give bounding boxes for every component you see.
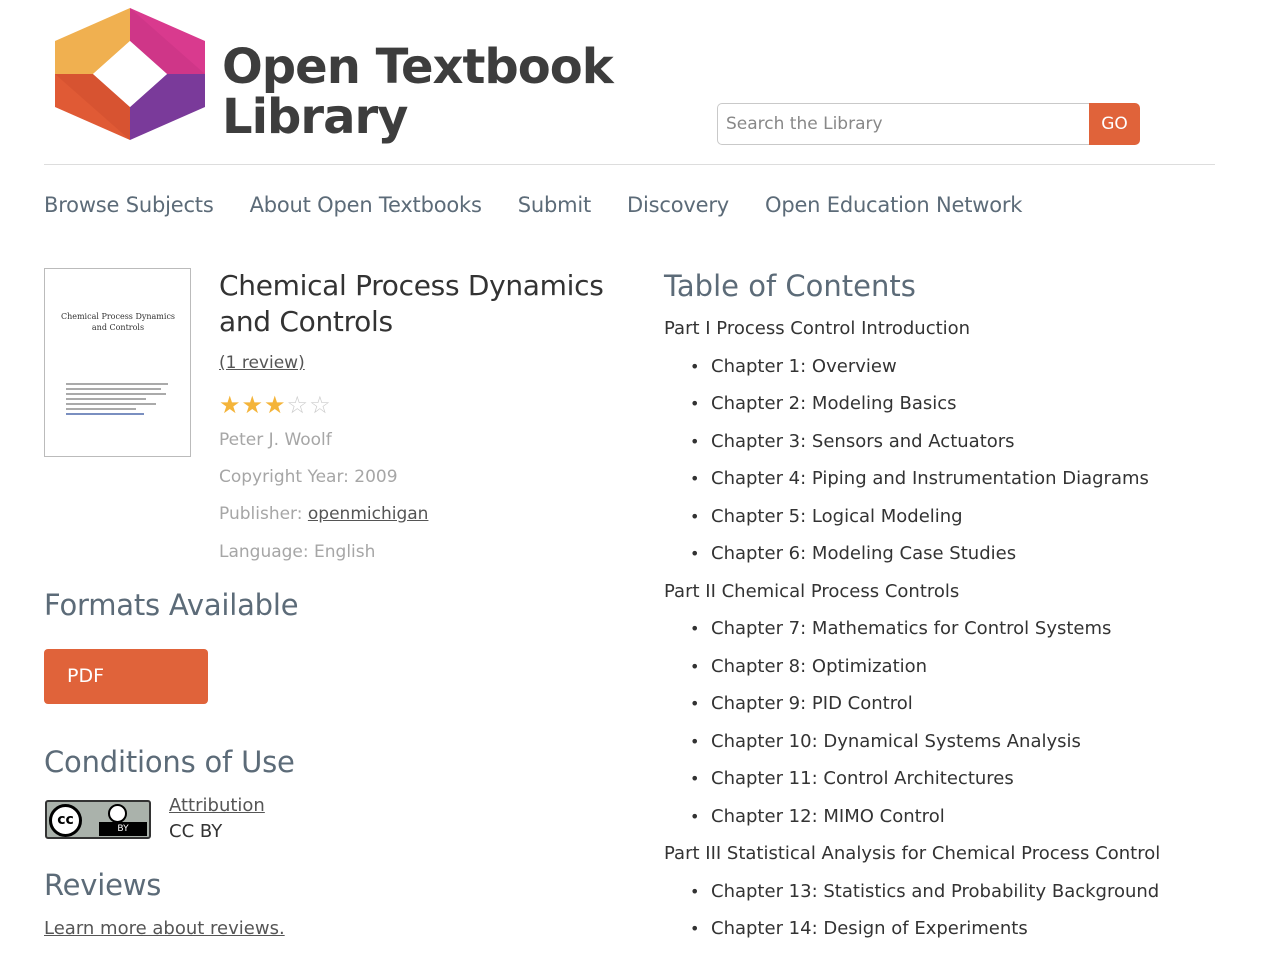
book-cover: Chemical Process Dynamics and Controls xyxy=(44,268,191,457)
publisher-label: Publisher: xyxy=(219,504,303,524)
pdf-download-button[interactable]: PDF xyxy=(44,649,208,704)
toc-chapter-item: Chapter 10: Dynamical Systems Analysis xyxy=(664,723,1224,761)
table-of-contents: Table of Contents Part I Process Control… xyxy=(664,268,1224,948)
logo-wordmark[interactable]: Open Textbook Library xyxy=(222,39,614,145)
learn-more-reviews-link[interactable]: Learn more about reviews. xyxy=(44,918,285,939)
publisher-row: Publisher: openmichigan xyxy=(219,504,428,524)
toc-part: Part I Process Control Introduction xyxy=(664,318,971,339)
toc-chapter-item: Chapter 12: MIMO Control xyxy=(664,798,1224,836)
site-header: Open Textbook Library GO xyxy=(0,0,1280,165)
toc-chapter-item: Chapter 9: PID Control xyxy=(664,685,1224,723)
nav-browse-subjects[interactable]: Browse Subjects xyxy=(44,190,214,220)
header-divider xyxy=(44,164,1215,165)
cover-text-line xyxy=(66,388,161,390)
toc-chapter-item: Chapter 1: Overview xyxy=(664,348,1224,386)
license-name: CC BY xyxy=(169,821,223,842)
copyright-year: Copyright Year: 2009 xyxy=(219,467,398,487)
toc-chapter-item: Chapter 5: Logical Modeling xyxy=(664,498,1224,536)
logo-line-2: Library xyxy=(222,89,408,145)
toc-chapter-item: Chapter 6: Modeling Case Studies xyxy=(664,535,1224,573)
toc-chapter-item: Chapter 8: Optimization xyxy=(664,648,1224,686)
star-filled-icon: ★ xyxy=(219,391,241,419)
cover-text-line xyxy=(66,383,168,385)
cover-text-line xyxy=(66,413,144,415)
cc-symbol-icon: cc xyxy=(49,804,82,837)
main-nav: Browse Subjects About Open Textbooks Sub… xyxy=(44,190,1058,220)
license-attribution-link[interactable]: Attribution xyxy=(169,795,265,816)
toc-list: Part I Process Control Introduction Chapt… xyxy=(664,310,1224,948)
cc-by-label: BY xyxy=(99,822,147,836)
book-title: Chemical Process Dynamics and Controls xyxy=(219,269,604,338)
cover-text-line xyxy=(66,393,166,395)
rating-stars: ★ ★ ★ ☆ ☆ xyxy=(219,393,331,417)
nav-submit[interactable]: Submit xyxy=(518,190,591,220)
star-empty-icon: ☆ xyxy=(286,391,309,419)
toc-heading: Table of Contents xyxy=(664,269,916,303)
nav-discovery[interactable]: Discovery xyxy=(627,190,729,220)
reviews-heading: Reviews xyxy=(44,868,162,902)
conditions-heading: Conditions of Use xyxy=(44,745,295,779)
cover-text-line xyxy=(66,398,146,400)
formats-heading: Formats Available xyxy=(44,588,299,622)
cover-text-line xyxy=(66,408,136,410)
logo-line-1: Open Textbook xyxy=(222,39,614,95)
star-filled-icon: ★ xyxy=(264,391,286,419)
toc-chapter-item: Chapter 13: Statistics and Probability B… xyxy=(664,873,1224,911)
search-form: GO xyxy=(717,103,1140,145)
toc-chapter-item: Chapter 11: Control Architectures xyxy=(664,760,1224,798)
toc-part: Part III Statistical Analysis for Chemic… xyxy=(664,843,1161,864)
toc-chapter-item: Chapter 3: Sensors and Actuators xyxy=(664,423,1224,461)
nav-about-open-textbooks[interactable]: About Open Textbooks xyxy=(250,190,482,220)
search-input[interactable] xyxy=(717,103,1090,145)
attribution-person-icon xyxy=(108,804,127,823)
star-filled-icon: ★ xyxy=(241,391,264,419)
cover-title: Chemical Process Dynamics and Controls xyxy=(60,312,176,332)
nav-open-education-network[interactable]: Open Education Network xyxy=(765,190,1022,220)
book-author: Peter J. Woolf xyxy=(219,430,332,450)
search-go-button[interactable]: GO xyxy=(1089,103,1140,145)
book-language: Language: English xyxy=(219,542,376,562)
cover-text-line xyxy=(66,403,156,405)
toc-part: Part II Chemical Process Controls xyxy=(664,580,960,602)
reviews-count-link[interactable]: (1 review) xyxy=(219,353,305,373)
toc-chapter-item: Chapter 2: Modeling Basics xyxy=(664,385,1224,423)
publisher-link[interactable]: openmichigan xyxy=(308,504,429,524)
toc-chapter-item: Chapter 7: Mathematics for Control Syste… xyxy=(664,610,1224,648)
logo-icon[interactable] xyxy=(55,8,205,140)
toc-chapter-item: Chapter 14: Design of Experiments xyxy=(664,910,1224,948)
star-empty-icon: ☆ xyxy=(309,391,331,419)
toc-chapter-item: Chapter 4: Piping and Instrumentation Di… xyxy=(664,460,1224,498)
cc-by-license-icon[interactable]: cc BY xyxy=(45,800,151,839)
